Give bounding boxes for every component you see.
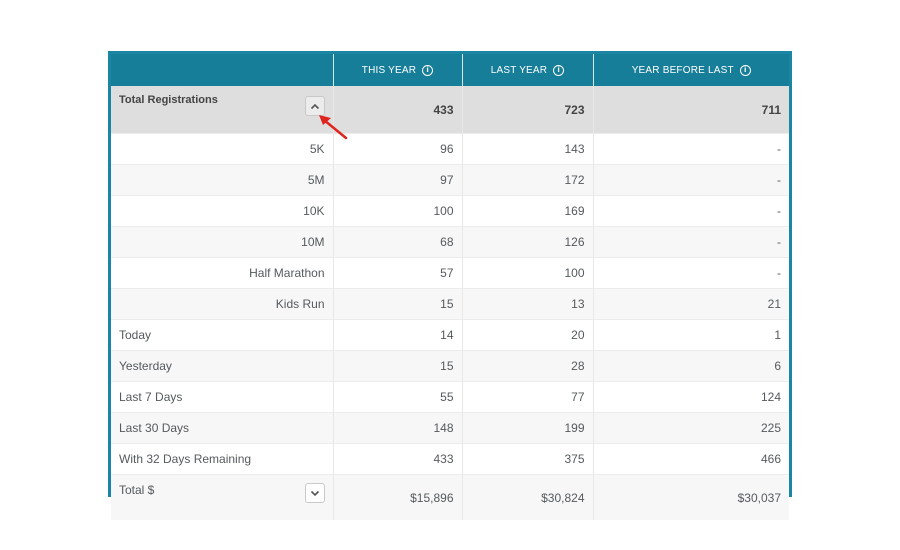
header-this-year: THIS YEAR i [332, 54, 462, 86]
row-last-year: 13 [461, 288, 593, 320]
row-label: 5M [111, 164, 333, 196]
row-this-year: 96 [332, 133, 462, 165]
total-money-row: Total $ $15,896 $30,824 $30,037 [111, 474, 789, 520]
total-registrations-row: Total Registrations 433 723 711 [111, 86, 789, 134]
info-icon[interactable]: i [553, 64, 565, 76]
row-label: Half Marathon [111, 257, 333, 289]
row-year-before-last: - [592, 164, 789, 196]
row-last-year: 28 [461, 350, 593, 382]
row-label: Last 7 Days [111, 381, 333, 413]
total-registrations-label: Total Registrations [119, 94, 218, 106]
row-last-year: 20 [461, 319, 593, 351]
row-last-year: 126 [461, 226, 593, 258]
total-registrations-year-before-last: 711 [592, 86, 789, 134]
table-row: 10M 68 126 - [111, 226, 789, 258]
annotation-arrow-icon [319, 115, 348, 140]
expand-toggle-button[interactable] [304, 483, 325, 503]
row-last-year: 100 [461, 257, 593, 289]
total-money-year-before-last: $30,037 [592, 474, 789, 520]
table-row: 5M 97 172 - [111, 164, 789, 196]
header-last-year-label: LAST YEAR [490, 64, 548, 76]
table-row: Kids Run 15 13 21 [111, 288, 789, 320]
header-label-column [111, 54, 333, 86]
row-year-before-last: 225 [592, 412, 789, 444]
total-money-cell: Total $ [111, 474, 333, 520]
total-money-last-year: $30,824 [461, 474, 593, 520]
table-row: With 32 Days Remaining 433 375 466 [111, 443, 789, 475]
header-year-before-last-label: YEAR BEFORE LAST [631, 64, 734, 76]
row-year-before-last: - [592, 226, 789, 258]
registrations-table-panel: THIS YEAR i LAST YEAR i YEAR BEFORE LAST i … [108, 51, 792, 520]
total-registrations-last-year: 723 [461, 86, 593, 134]
info-icon[interactable]: i [739, 64, 751, 76]
row-year-before-last: 1 [592, 319, 789, 351]
row-last-year: 375 [461, 443, 593, 475]
row-label: Kids Run [111, 288, 333, 320]
row-year-before-last: 124 [592, 381, 789, 413]
table-row: Half Marathon 57 100 - [111, 257, 789, 289]
row-year-before-last: - [592, 195, 789, 227]
table-row: Last 30 Days 148 199 225 [111, 412, 789, 444]
chevron-down-icon [310, 490, 319, 496]
row-label: Yesterday [111, 350, 333, 382]
row-last-year: 199 [461, 412, 593, 444]
total-money-this-year: $15,896 [332, 474, 462, 520]
row-this-year: 433 [332, 443, 462, 475]
header-this-year-label: THIS YEAR [361, 64, 417, 76]
row-label: Today [111, 319, 333, 351]
row-this-year: 15 [332, 288, 462, 320]
row-last-year: 172 [461, 164, 593, 196]
row-this-year: 14 [332, 319, 462, 351]
total-money-label: Total $ [119, 483, 155, 497]
info-icon[interactable]: i [422, 64, 434, 76]
table-row: 5K 96 143 - [111, 133, 789, 165]
table-header-row: THIS YEAR i LAST YEAR i YEAR BEFORE LAST i [111, 54, 789, 86]
row-last-year: 77 [461, 381, 593, 413]
row-this-year: 57 [332, 257, 462, 289]
row-label: With 32 Days Remaining [111, 443, 333, 475]
row-this-year: 148 [332, 412, 462, 444]
row-this-year: 100 [332, 195, 462, 227]
chevron-up-icon [310, 103, 319, 109]
row-year-before-last: 21 [592, 288, 789, 320]
row-label: 10K [111, 195, 333, 227]
row-last-year: 169 [461, 195, 593, 227]
row-year-before-last: - [592, 133, 789, 165]
row-last-year: 143 [461, 133, 593, 165]
row-year-before-last: - [592, 257, 789, 289]
total-registrations-this-year: 433 [332, 86, 462, 134]
row-this-year: 55 [332, 381, 462, 413]
row-label: 10M [111, 226, 333, 258]
row-label: Last 30 Days [111, 412, 333, 444]
table-row: Yesterday 15 28 6 [111, 350, 789, 382]
table-row: Today 14 20 1 [111, 319, 789, 351]
row-this-year: 97 [332, 164, 462, 196]
row-year-before-last: 6 [592, 350, 789, 382]
registrations-table: THIS YEAR i LAST YEAR i YEAR BEFORE LAST i … [111, 54, 789, 520]
header-year-before-last: YEAR BEFORE LAST i [592, 54, 789, 86]
row-this-year: 68 [332, 226, 462, 258]
row-year-before-last: 466 [592, 443, 789, 475]
total-registrations-cell: Total Registrations [111, 86, 333, 134]
table-row: Last 7 Days 55 77 124 [111, 381, 789, 413]
header-last-year: LAST YEAR i [461, 54, 593, 86]
table-row: 10K 100 169 - [111, 195, 789, 227]
row-label: 5K [111, 133, 333, 165]
row-this-year: 15 [332, 350, 462, 382]
